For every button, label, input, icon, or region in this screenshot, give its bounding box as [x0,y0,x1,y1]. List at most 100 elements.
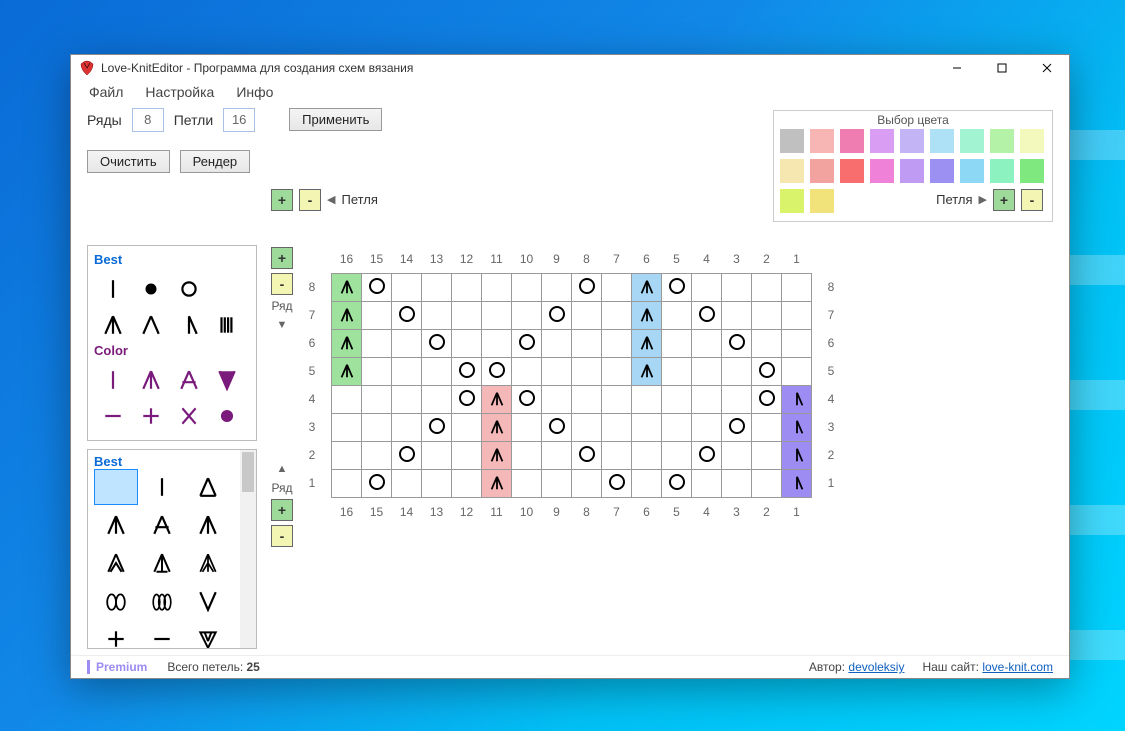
chart-cell[interactable] [572,385,602,413]
chart-cell[interactable] [512,469,542,497]
chart-cell[interactable] [602,469,632,497]
chart-cell[interactable] [482,385,512,413]
stitch2-f-icon[interactable] [186,545,230,581]
color-inc-icon[interactable] [132,362,170,398]
color-swatch[interactable] [1020,159,1044,183]
chart-cell[interactable] [602,273,632,301]
stitch-empty-selected[interactable] [94,469,138,505]
chart-cell[interactable] [572,329,602,357]
color-swatch[interactable] [960,159,984,183]
chart-cell[interactable] [632,329,662,357]
chart-cell[interactable] [752,273,782,301]
chart-cell[interactable] [782,357,812,385]
chart-cell[interactable] [662,357,692,385]
chart-cell[interactable] [422,413,452,441]
loop-left-add-button[interactable]: + [271,189,293,211]
chart-cell[interactable] [542,273,572,301]
color-swatch[interactable] [810,159,834,183]
stitch-inc-icon[interactable] [94,307,132,343]
chart-cell[interactable] [722,273,752,301]
chart-cell[interactable] [722,357,752,385]
chart-cell[interactable] [752,469,782,497]
chart-cell[interactable] [722,413,752,441]
menu-settings[interactable]: Настройка [145,84,214,100]
chart-cell[interactable] [452,357,482,385]
chart-cell[interactable] [332,273,362,301]
row-bottom-remove-button[interactable]: - [271,525,293,547]
chart-cell[interactable] [452,441,482,469]
chart-cell[interactable] [542,385,572,413]
color-swatch[interactable] [870,129,894,153]
chart-cell[interactable] [332,357,362,385]
stitch2-knit-icon[interactable] [140,469,184,505]
chart-cell[interactable] [422,469,452,497]
chart-cell[interactable] [722,385,752,413]
site-link[interactable]: love-knit.com [982,660,1053,674]
chart-cell[interactable] [542,469,572,497]
render-button[interactable]: Рендер [180,150,251,173]
chart-cell[interactable] [782,329,812,357]
stitch-bars-icon[interactable] [208,307,246,343]
stitch-dec-icon[interactable] [132,307,170,343]
stitch2-b-icon[interactable] [140,507,184,543]
chart-cell[interactable] [512,357,542,385]
chart-cell[interactable] [542,329,572,357]
chart-cell[interactable] [332,441,362,469]
chart-cell[interactable] [572,441,602,469]
chart-cell[interactable] [602,413,632,441]
chart-cell[interactable] [392,357,422,385]
color-knit-icon[interactable] [94,362,132,398]
rows-input[interactable] [132,108,164,132]
chart-cell[interactable] [422,273,452,301]
chart-cell[interactable] [452,273,482,301]
chart-cell[interactable] [362,357,392,385]
color-swatch[interactable] [870,159,894,183]
color-swatch[interactable] [900,129,924,153]
chart-cell[interactable] [632,273,662,301]
chart-cell[interactable] [632,301,662,329]
chart-cell[interactable] [782,413,812,441]
chart-cell[interactable] [692,469,722,497]
titlebar[interactable]: Love-KnitEditor - Программа для создания… [71,55,1069,81]
chart-cell[interactable] [782,385,812,413]
color-swatch[interactable] [960,129,984,153]
loop-left-remove-button[interactable]: - [299,189,321,211]
chart-cell[interactable] [542,301,572,329]
stitch2-e-icon[interactable] [140,545,184,581]
chart-cell[interactable] [722,441,752,469]
palette-scrollbar[interactable] [240,450,256,648]
row-top-add-button[interactable]: + [271,247,293,269]
chart-cell[interactable] [632,413,662,441]
chart-cell[interactable] [482,329,512,357]
chart-cell[interactable] [362,469,392,497]
chart-cell[interactable] [542,357,572,385]
chart-cell[interactable] [422,385,452,413]
color-swatch[interactable] [990,129,1014,153]
color-swatch[interactable] [930,129,954,153]
color-swatch[interactable] [990,159,1014,183]
chart-cell[interactable] [662,301,692,329]
chart-cell[interactable] [392,385,422,413]
chart-cell[interactable] [752,413,782,441]
chart-cell[interactable] [362,413,392,441]
chart-cell[interactable] [392,469,422,497]
color-swatch[interactable] [780,189,804,213]
chart-cell[interactable] [512,413,542,441]
chart-cell[interactable] [452,301,482,329]
chart-cell[interactable] [542,441,572,469]
author-link[interactable]: devoleksiy [848,660,904,674]
chart-cell[interactable] [482,357,512,385]
minimize-button[interactable] [934,55,979,81]
color-plus-icon[interactable] [132,398,170,434]
color-swatch[interactable] [930,159,954,183]
color-dash-icon[interactable] [94,398,132,434]
chart-cell[interactable] [602,329,632,357]
chart-cell[interactable] [332,469,362,497]
chart-cell[interactable] [722,469,752,497]
chart-cell[interactable] [692,441,722,469]
chart-cell[interactable] [692,273,722,301]
chart-cell[interactable] [572,301,602,329]
chart-grid[interactable] [331,273,812,498]
clear-button[interactable]: Очистить [87,150,170,173]
color-swatch[interactable] [810,189,834,213]
